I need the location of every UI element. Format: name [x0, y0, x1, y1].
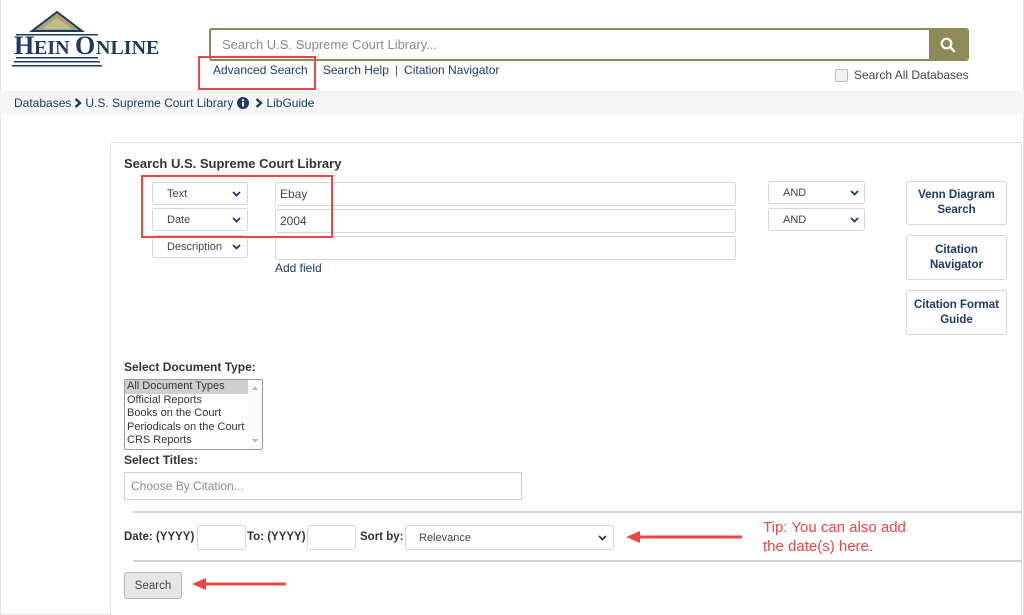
date-from-label: Date: (YYYY) — [124, 531, 195, 543]
field-select-value: Description — [167, 240, 223, 253]
citation-navigator-label: Citation Navigator — [929, 243, 984, 271]
annotation-highlight-fields — [141, 175, 333, 238]
search-term-input-3[interactable] — [275, 236, 736, 260]
search-term-input-2[interactable]: 2004 — [275, 209, 736, 233]
document-type-listbox[interactable]: All Document Types Official Reports Book… — [124, 379, 263, 450]
scroll-up-icon[interactable] — [252, 386, 258, 390]
date-to-label: To: (YYYY) — [247, 531, 306, 543]
search-help-link[interactable]: Search Help — [323, 63, 389, 77]
chevron-down-icon — [598, 534, 607, 541]
operator-value: AND — [783, 186, 807, 199]
main-search-bar — [209, 28, 969, 61]
breadcrumb-supreme-court-library[interactable]: U.S. Supreme Court Library — [85, 96, 233, 110]
sort-by-value: Relevance — [419, 531, 471, 544]
link-separator: | — [394, 63, 399, 77]
citation-format-guide-label: Citation Format Guide — [914, 298, 999, 326]
document-type-option[interactable]: CRS Reports — [125, 434, 249, 448]
annotation-arrow-search-icon — [192, 578, 286, 590]
search-button[interactable] — [929, 30, 967, 59]
search-term-input-1[interactable]: Ebay — [275, 182, 736, 206]
chevron-down-icon — [850, 216, 859, 223]
chevron-down-icon — [232, 243, 241, 250]
citation-format-guide-button[interactable]: Citation Format Guide — [906, 290, 1007, 335]
annotation-highlight-advanced-search — [198, 56, 316, 90]
search-all-databases-checkbox[interactable] — [835, 68, 848, 82]
search-submit-button[interactable]: Search — [124, 572, 182, 599]
document-type-label: Select Document Type: — [124, 360, 256, 374]
breadcrumb-bar: Databases U.S. Supreme Court Library Lib… — [0, 91, 1024, 115]
venn-diagram-search-label: Venn Diagram Search — [918, 189, 995, 216]
breadcrumb: Databases U.S. Supreme Court Library Lib… — [14, 96, 314, 110]
search-all-databases[interactable]: Search All Databases — [835, 68, 969, 82]
search-submit-label: Search — [134, 579, 172, 592]
divider — [133, 560, 1022, 562]
svg-text:NLINE: NLINE — [96, 37, 159, 59]
document-type-option[interactable]: All Document Types — [125, 380, 249, 394]
field-select-3[interactable]: Description — [152, 235, 248, 258]
document-type-option[interactable]: Periodicals on the Court — [125, 421, 249, 435]
citation-navigator-link[interactable]: Citation Navigator — [404, 63, 499, 77]
document-type-option[interactable]: Books on the Court — [125, 407, 249, 421]
document-type-option[interactable]: Official Reports — [125, 394, 249, 408]
choose-by-citation-input[interactable] — [124, 472, 522, 500]
operator-select-1[interactable]: AND — [768, 181, 865, 204]
sort-by-select[interactable]: Relevance — [405, 525, 614, 550]
date-from-input[interactable] — [197, 525, 246, 550]
select-titles-label: Select Titles: — [124, 453, 198, 467]
scroll-down-icon[interactable] — [252, 439, 258, 443]
add-field-link[interactable]: Add field — [275, 261, 322, 275]
operator-value: AND — [783, 213, 807, 226]
listbox-scrollbar[interactable] — [248, 380, 262, 449]
divider — [133, 511, 1022, 513]
citation-navigator-button[interactable]: Citation Navigator — [906, 235, 1007, 280]
panel-title: Search U.S. Supreme Court Library — [124, 156, 342, 171]
tip-line-1: Tip: You can also add — [763, 519, 906, 536]
chevron-right-icon — [74, 98, 83, 108]
operator-select-2[interactable]: AND — [768, 208, 865, 231]
search-icon — [940, 37, 956, 52]
svg-text:EIN: EIN — [34, 37, 70, 59]
search-all-databases-label: Search All Databases — [854, 68, 969, 82]
sort-by-label: Sort by: — [360, 531, 404, 543]
date-to-input[interactable] — [307, 525, 356, 550]
annotation-arrow-date-icon — [626, 531, 742, 543]
info-circle-icon[interactable] — [237, 97, 250, 109]
heinonline-logo[interactable]: H EIN O NLINE — [12, 10, 182, 68]
breadcrumb-libguide[interactable]: LibGuide — [266, 96, 314, 110]
logo-graphic: H EIN O NLINE — [12, 10, 159, 67]
main-search-input[interactable] — [211, 30, 929, 59]
breadcrumb-databases[interactable]: Databases — [14, 96, 71, 110]
annotation-tip: Tip: You can also add the date(s) here. — [763, 518, 963, 556]
venn-diagram-search-button[interactable]: Venn Diagram Search — [906, 181, 1007, 225]
chevron-right-icon — [255, 98, 264, 108]
chevron-down-icon — [850, 189, 859, 196]
tip-line-2: the date(s) here. — [763, 538, 874, 555]
